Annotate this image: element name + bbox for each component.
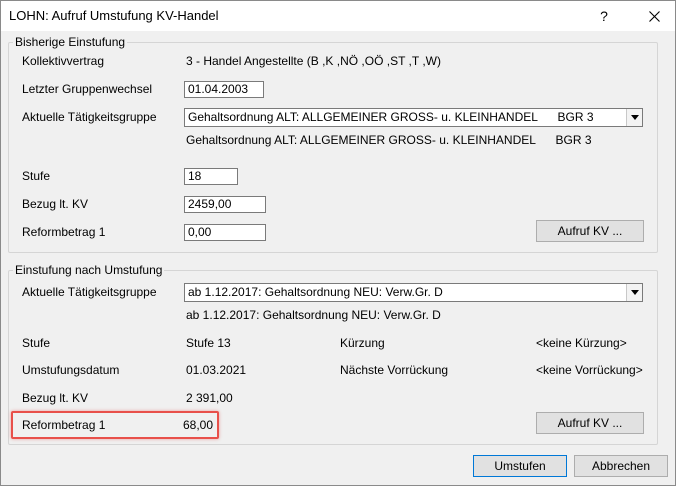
aufruf-kv-button-neu[interactable]: Aufruf KV ... — [536, 412, 644, 434]
dialog-window: LOHN: Aufruf Umstufung KV-Handel ? Bishe… — [0, 0, 676, 486]
gruppenwechsel-label: Letzter Gruppenwechsel — [22, 82, 153, 96]
stufe-label-neu: Stufe — [22, 336, 51, 350]
title-bar: LOHN: Aufruf Umstufung KV-Handel ? — [1, 1, 675, 31]
reformbetrag-label-alt: Reformbetrag 1 — [22, 225, 106, 239]
taetigkeitsgruppe-select-neu-value: ab 1.12.2017: Gehaltsordnung NEU: Verw.G… — [188, 285, 443, 299]
close-button[interactable] — [637, 1, 671, 31]
stufe-field-alt[interactable]: 18 — [184, 168, 238, 185]
taetigkeitsgruppe-label-alt: Aktuelle Tätigkeitsgruppe — [22, 110, 157, 124]
chevron-down-icon[interactable] — [626, 109, 642, 126]
taetigkeitsgruppe-text-alt: Gehaltsordnung ALT: ALLGEMEINER GROSS- u… — [186, 133, 592, 147]
close-icon — [648, 10, 660, 22]
abbrechen-button[interactable]: Abbrechen — [574, 455, 668, 477]
group-nach-legend: Einstufung nach Umstufung — [15, 263, 163, 277]
stufe-label-alt: Stufe — [22, 169, 51, 183]
taetigkeitsgruppe-text-neu: ab 1.12.2017: Gehaltsordnung NEU: Verw.G… — [186, 308, 441, 322]
bezug-field-alt[interactable]: 2459,00 — [184, 196, 266, 213]
gruppenwechsel-field[interactable]: 01.04.2003 — [184, 81, 264, 98]
kuerzung-label: Kürzung — [340, 336, 385, 350]
taetigkeitsgruppe-select-neu[interactable]: ab 1.12.2017: Gehaltsordnung NEU: Verw.G… — [184, 283, 643, 302]
group-bisherige-legend: Bisherige Einstufung — [15, 35, 126, 49]
taetigkeitsgruppe-select-alt[interactable]: Gehaltsordnung ALT: ALLGEMEINER GROSS- u… — [184, 108, 643, 127]
umstufungsdatum-value: 01.03.2021 — [186, 363, 247, 377]
reformbetrag-highlight-box — [11, 411, 219, 439]
kollektivvertrag-value: 3 - Handel Angestellte (B ,K ,NÖ ,OÖ ,ST… — [186, 54, 441, 68]
window-title: LOHN: Aufruf Umstufung KV-Handel — [9, 8, 219, 23]
reformbetrag-field-alt[interactable]: 0,00 — [184, 224, 266, 241]
bezug-label-neu: Bezug lt. KV — [22, 391, 89, 405]
help-button[interactable]: ? — [587, 1, 621, 31]
taetigkeitsgruppe-label-neu: Aktuelle Tätigkeitsgruppe — [22, 285, 157, 299]
kollektivvertrag-label: Kollektivvertrag — [22, 54, 105, 68]
aufruf-kv-button-alt[interactable]: Aufruf KV ... — [536, 220, 644, 242]
kuerzung-value: <keine Kürzung> — [536, 336, 627, 350]
taetigkeitsgruppe-select-alt-value: Gehaltsordnung ALT: ALLGEMEINER GROSS- u… — [188, 110, 594, 124]
naechste-vorrueckung-value: <keine Vorrückung> — [536, 363, 643, 377]
stufe-value-neu: Stufe 13 — [186, 336, 231, 350]
umstufen-button[interactable]: Umstufen — [473, 455, 567, 477]
chevron-down-icon[interactable] — [626, 284, 642, 301]
bezug-label-alt: Bezug lt. KV — [22, 197, 89, 211]
naechste-vorrueckung-label: Nächste Vorrückung — [340, 363, 449, 377]
umstufungsdatum-label: Umstufungsdatum — [22, 363, 120, 377]
bezug-value-neu: 2 391,00 — [186, 391, 233, 405]
